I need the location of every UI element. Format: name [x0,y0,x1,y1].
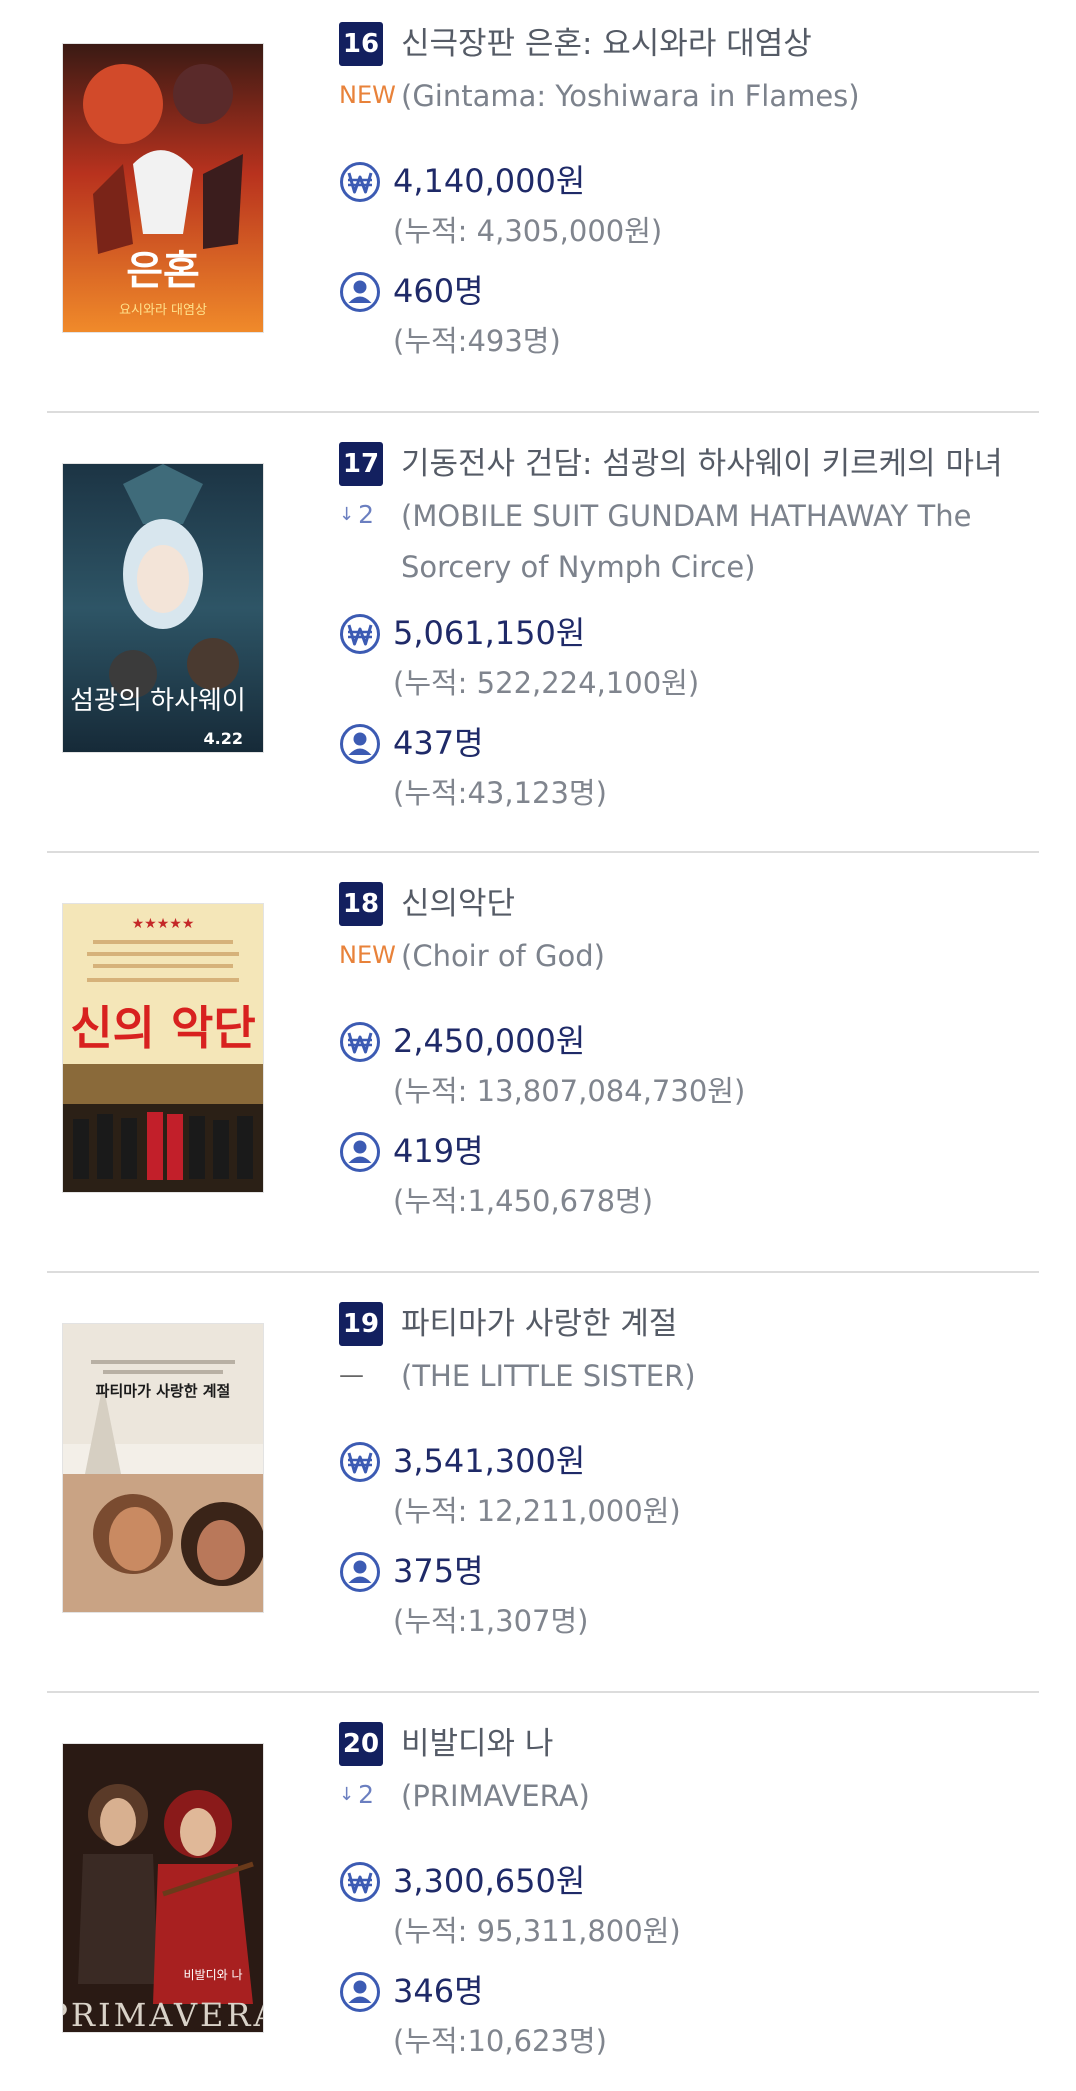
rank-badge: 16 [339,22,383,66]
rank-change-value: 2 [358,500,374,529]
poster-title: 은혼 [126,248,200,294]
movie-title-korean[interactable]: 신극장판 은혼: 요시와라 대염상 [401,20,812,68]
poster-title: PRIMAVERA [63,1996,263,2032]
list-item[interactable]: ★★★★★ 신의 악단 18 신의악단 NEW (Choir of God) 2… [47,880,1031,1240]
person-icon [340,1552,380,1592]
daily-audience: 419명 [393,1132,484,1170]
rank-badge: 20 [339,1722,383,1766]
poster-date: 4.22 [204,729,243,748]
person-icon [340,1132,380,1172]
rank-change-new: NEW [339,941,396,969]
daily-sales: 5,061,150원 [393,614,586,652]
rank-badge: 18 [339,882,383,926]
cumulative-audience: (누적:1,450,678명) [393,1184,654,1218]
cumulative-sales: (누적: 522,224,100원) [393,666,700,700]
movie-poster[interactable]: 섬광의 하사웨이 4.22 [63,464,263,752]
won-icon [340,162,380,202]
cumulative-sales: (누적: 4,305,000원) [393,214,663,248]
daily-sales: 4,140,000원 [393,162,586,200]
movie-title-english: (Choir of God) [401,939,605,973]
movie-title-english: (PRIMAVERA) [401,1779,590,1813]
list-item[interactable]: 은혼 요시와라 대염상 16 신극장판 은혼: 요시와라 대염상 NEW (Gi… [47,20,1031,358]
divider [47,1691,1039,1693]
rank-badge: 17 [339,442,383,486]
divider [47,1271,1039,1273]
daily-audience: 437명 [393,724,484,762]
movie-poster[interactable]: 은혼 요시와라 대염상 [63,44,263,332]
rank-change-value: 2 [358,1780,374,1809]
rank-change-down: ↓ 2 [339,1773,395,1817]
cumulative-audience: (누적:493명) [393,324,561,358]
list-item[interactable]: 비발디와 나 PRIMAVERA 20 비발디와 나 ↓2 (PRIMAVERA… [47,1720,1031,2080]
rank-badge: 19 [339,1302,383,1346]
movie-title-english: (MOBILE SUIT GUNDAM HATHAWAY The Sorcery… [401,499,972,584]
cumulative-sales: (누적: 95,311,800원) [393,1914,681,1948]
cumulative-audience: (누적:1,307명) [393,1604,589,1638]
won-icon [340,1862,380,1902]
divider [47,851,1039,853]
arrow-down-icon: ↓ [339,504,355,525]
poster-title: 섬광의 하사웨이 [70,686,246,716]
movie-poster[interactable]: ★★★★★ 신의 악단 [63,904,263,1192]
movie-title-korean[interactable]: 신의악단 [401,880,515,928]
arrow-down-icon: ↓ [339,1784,355,1805]
movie-title-korean[interactable]: 파티마가 사랑한 계절 [401,1300,677,1348]
poster-title: 파티마가 사랑한 계절 [96,1382,231,1400]
cumulative-sales: (누적: 12,211,000원) [393,1494,681,1528]
movie-title-english: (THE LITTLE SISTER) [401,1359,696,1393]
person-icon [340,1972,380,2012]
movie-poster[interactable]: 비발디와 나 PRIMAVERA [63,1744,263,2032]
person-icon [340,272,380,312]
movie-title-korean[interactable]: 기동전사 건담: 섬광의 하사웨이 키르케의 마녀 [401,440,1003,488]
rank-change-same: — [339,1360,364,1389]
cumulative-sales: (누적: 13,807,084,730원) [393,1074,746,1108]
daily-sales: 2,450,000원 [393,1022,586,1060]
movie-title-korean[interactable]: 비발디와 나 [401,1720,553,1768]
movie-poster[interactable]: 파티마가 사랑한 계절 [63,1324,263,1612]
daily-sales: 3,541,300원 [393,1442,586,1480]
divider [47,411,1039,413]
won-icon [340,1022,380,1062]
poster-caption: 비발디와 나 [183,1968,242,1982]
rank-change-new: NEW [339,81,396,109]
daily-audience: 375명 [393,1552,484,1590]
daily-audience: 460명 [393,272,484,310]
person-icon [340,724,380,764]
won-icon [340,1442,380,1482]
list-item[interactable]: 파티마가 사랑한 계절 19 파티마가 사랑한 계절 — (THE LITTLE… [47,1300,1031,1660]
cumulative-audience: (누적:43,123명) [393,776,607,810]
poster-title: 신의 악단 [70,1001,255,1055]
poster-caption: 요시와라 대염상 [119,303,207,318]
daily-sales: 3,300,650원 [393,1862,586,1900]
daily-audience: 346명 [393,1972,484,2010]
list-item[interactable]: 섬광의 하사웨이 4.22 17 기동전사 건담: 섬광의 하사웨이 키르케의 … [47,440,1031,840]
cumulative-audience: (누적:10,623명) [393,2024,607,2058]
movie-title-english: (Gintama: Yoshiwara in Flames) [401,79,860,113]
rank-change-down: ↓ 2 [339,493,395,537]
poster-stars: ★★★★★ [132,916,195,932]
won-icon [340,614,380,654]
